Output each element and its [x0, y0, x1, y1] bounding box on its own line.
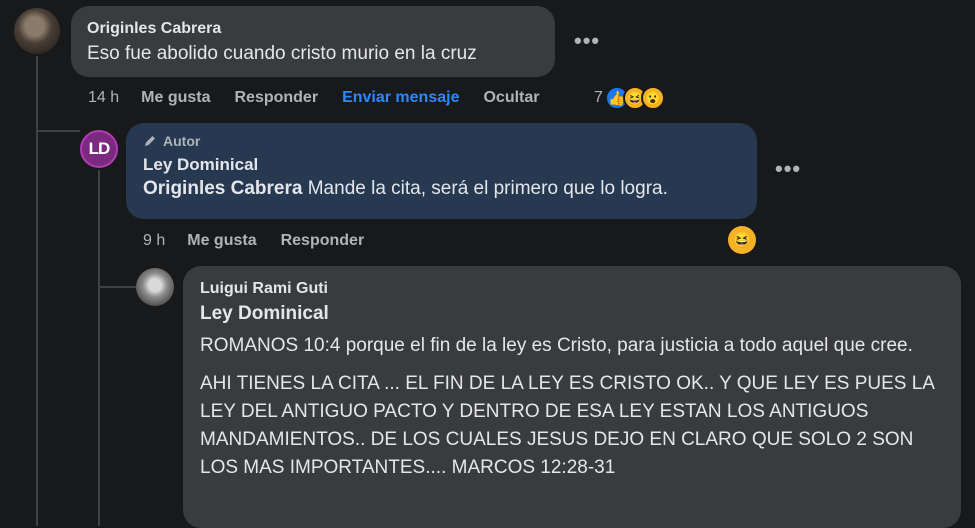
wow-icon: 😮 — [640, 86, 665, 110]
reaction-count: 7 — [594, 89, 603, 106]
avatar[interactable] — [14, 8, 60, 54]
comment-time[interactable]: 14 h — [88, 89, 119, 107]
haha-icon[interactable]: 😆 — [728, 226, 756, 254]
like-button[interactable]: Me gusta — [141, 89, 210, 107]
thread-line-reply — [98, 170, 100, 526]
avatar[interactable]: LD — [80, 130, 118, 168]
comment-text: Originles Cabrera Mande la cita, será el… — [143, 175, 740, 203]
more-options-icon[interactable]: ••• — [574, 28, 600, 54]
comment-bubble: Autor Ley Dominical Originles Cabrera Ma… — [126, 123, 757, 219]
comment-bubble: Luigui Rami Guti Ley Dominical ROMANOS 1… — [183, 266, 961, 528]
more-options-icon[interactable]: ••• — [775, 156, 801, 182]
like-button[interactable]: Me gusta — [187, 232, 256, 250]
comment-author[interactable]: Ley Dominical — [143, 155, 740, 175]
mention-link[interactable]: Ley Dominical — [200, 300, 944, 328]
author-badge-label: Autor — [163, 133, 201, 149]
comment-actions: 14 h Me gusta Responder Enviar mensaje O… — [88, 89, 563, 107]
reply-button[interactable]: Responder — [281, 232, 365, 250]
comment-author[interactable]: Luigui Rami Guti — [200, 280, 944, 298]
comment-author[interactable]: Originles Cabrera — [87, 20, 539, 38]
reply-button[interactable]: Responder — [234, 89, 318, 107]
author-badge: Autor — [143, 133, 740, 149]
hide-button[interactable]: Ocultar — [483, 89, 539, 107]
comment-time[interactable]: 9 h — [143, 232, 165, 250]
comment-text: Eso fue abolido cuando cristo murio en l… — [87, 43, 477, 64]
reaction-summary[interactable]: 7 👍 😆 😮 — [594, 86, 665, 110]
pencil-icon — [145, 136, 155, 146]
send-message-button[interactable]: Enviar mensaje — [342, 89, 459, 107]
comment-paragraph: ROMANOS 10:4 porque el fin de la ley es … — [200, 335, 913, 356]
comment-bubble: Originles Cabrera Eso fue abolido cuando… — [71, 6, 555, 77]
avatar[interactable] — [136, 268, 174, 306]
thread-connector-1 — [36, 130, 80, 132]
comment-body: Mande la cita, será el primero que lo lo… — [307, 178, 668, 199]
comment-actions: 9 h Me gusta Responder — [143, 232, 388, 250]
thread-line-main — [36, 56, 38, 526]
thread-connector-2 — [98, 286, 136, 288]
mention-link[interactable]: Originles Cabrera — [143, 178, 302, 199]
comment-paragraph: AHI TIENES LA CITA ... EL FIN DE LA LEY … — [200, 373, 934, 478]
